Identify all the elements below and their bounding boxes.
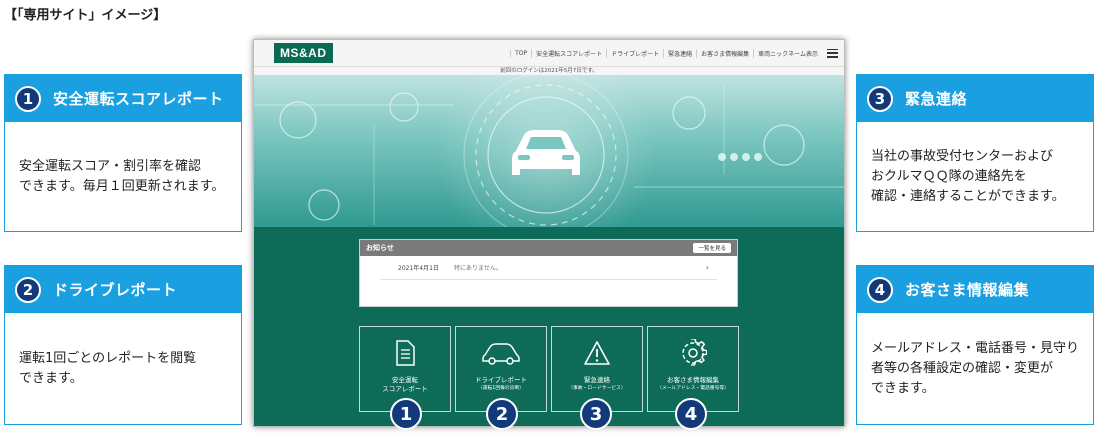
badge-3: 3 <box>580 398 612 430</box>
callout-body: メールアドレス・電話番号・見守り 者等の各種設定の確認・変更が できます。 <box>857 313 1093 424</box>
callout-text-line: 確認・連絡することができます。 <box>871 188 1065 204</box>
hero-image <box>254 75 844 227</box>
car-icon <box>481 339 521 367</box>
notice-panel: お知らせ 一覧を見る 2021年4月1日 特にありません。 › <box>359 239 738 307</box>
callout-header: 4 お客さま情報編集 <box>857 266 1093 313</box>
notice-text: 特にありません。 <box>454 265 502 272</box>
site-header: MS&AD TOP 安全運転スコアレポート ドライブレポート 緊急連絡 お客さま… <box>254 40 844 67</box>
hamburger-menu-icon[interactable] <box>827 48 838 58</box>
callout-number: 2 <box>15 276 41 303</box>
callout-text-line: 運転1回ごとのレポートを閲覧 <box>19 350 197 366</box>
notice-header: お知らせ 一覧を見る <box>360 240 737 256</box>
site-logo[interactable]: MS&AD <box>274 43 333 63</box>
callout-text-line: 者等の各種設定の確認・変更が <box>871 360 1054 376</box>
callout-header: 3 緊急連絡 <box>857 75 1093 122</box>
tile-label: 安全運転 <box>392 376 418 384</box>
badge-4: 4 <box>675 398 707 430</box>
nav-nickname[interactable]: 車両ニックネーム表示 <box>753 48 822 58</box>
notice-more-button[interactable]: 一覧を見る <box>693 243 731 253</box>
callout-title: お客さま情報編集 <box>905 281 1030 299</box>
callout-text-line: おクルマＱＱ隊の連絡先を <box>871 168 1027 184</box>
notice-date: 2021年4月1日 <box>398 265 439 272</box>
badge-2: 2 <box>486 398 518 430</box>
page-heading: 【「専用サイト」イメージ】 <box>4 8 167 23</box>
tile-label: ドライブレポート <box>475 376 527 384</box>
callout-text-line: できます。毎月１回更新されます。 <box>19 178 225 194</box>
nav-drive-report[interactable]: ドライブレポート <box>606 48 663 58</box>
notice-item[interactable]: 2021年4月1日 特にありません。 › <box>380 256 717 280</box>
tile-label: 緊急連絡 <box>584 376 610 384</box>
nav-safety-score[interactable]: 安全運転スコアレポート <box>531 48 606 58</box>
callout-customer-info: 4 お客さま情報編集 メールアドレス・電話番号・見守り 者等の各種設定の確認・変… <box>856 265 1094 425</box>
callout-text-line: 安全運転スコア・割引率を確認 <box>19 158 202 174</box>
callout-header: 2 ドライブレポート <box>5 266 241 313</box>
nav-customer-info[interactable]: お客さま情報編集 <box>696 48 753 58</box>
badge-1: 1 <box>390 398 422 430</box>
site-nav: TOP 安全運転スコアレポート ドライブレポート 緊急連絡 お客さま情報編集 車… <box>510 48 838 58</box>
tile-label: お客さま情報編集 <box>667 376 719 384</box>
site-screenshot: MS&AD TOP 安全運転スコアレポート ドライブレポート 緊急連絡 お客さま… <box>253 39 845 427</box>
warning-icon <box>583 339 611 367</box>
hero-graphic <box>254 75 844 227</box>
callout-text-line: 当社の事故受付センターおよび <box>871 148 1054 164</box>
gear-icon <box>679 339 707 367</box>
callout-drive-report: 2 ドライブレポート 運転1回ごとのレポートを閲覧 できます。 <box>4 265 242 425</box>
nav-top[interactable]: TOP <box>510 49 531 57</box>
callout-body: 安全運転スコア・割引率を確認 できます。毎月１回更新されます。 <box>5 122 241 231</box>
callout-body: 運転1回ごとのレポートを閲覧 できます。 <box>5 313 241 424</box>
callout-body: 当社の事故受付センターおよび おクルマＱＱ隊の連絡先を 確認・連絡することができ… <box>857 122 1093 231</box>
notice-title: お知らせ <box>366 244 394 252</box>
callout-text-line: できます。 <box>871 380 935 396</box>
callout-title: ドライブレポート <box>53 281 178 299</box>
callout-header: 1 安全運転スコアレポート <box>5 75 241 122</box>
tile-sublabel: （メールアドレス・電話番号等） <box>657 386 729 391</box>
tile-sublabel: （事故・ロードサービス） <box>568 386 626 391</box>
callout-title: 緊急連絡 <box>905 90 968 108</box>
callout-number: 1 <box>15 85 41 112</box>
document-icon <box>394 339 416 367</box>
chevron-right-icon: › <box>705 263 709 272</box>
callout-title: 安全運転スコアレポート <box>53 90 224 108</box>
callout-emergency: 3 緊急連絡 当社の事故受付センターおよび おクルマＱＱ隊の連絡先を 確認・連絡… <box>856 74 1094 232</box>
tile-sublabel: （運転1回毎の診断） <box>477 386 525 391</box>
nav-emergency[interactable]: 緊急連絡 <box>663 48 696 58</box>
callout-text-line: メールアドレス・電話番号・見守り <box>871 340 1080 356</box>
tile-label: スコアレポート <box>382 385 428 393</box>
callout-number: 3 <box>867 85 893 112</box>
callout-number: 4 <box>867 276 893 303</box>
last-login-text: 前回のログインは2021年5月7日です。 <box>254 67 844 75</box>
callout-safety-score: 1 安全運転スコアレポート 安全運転スコア・割引率を確認 できます。毎月１回更新… <box>4 74 242 232</box>
callout-text-line: できます。 <box>19 370 83 386</box>
